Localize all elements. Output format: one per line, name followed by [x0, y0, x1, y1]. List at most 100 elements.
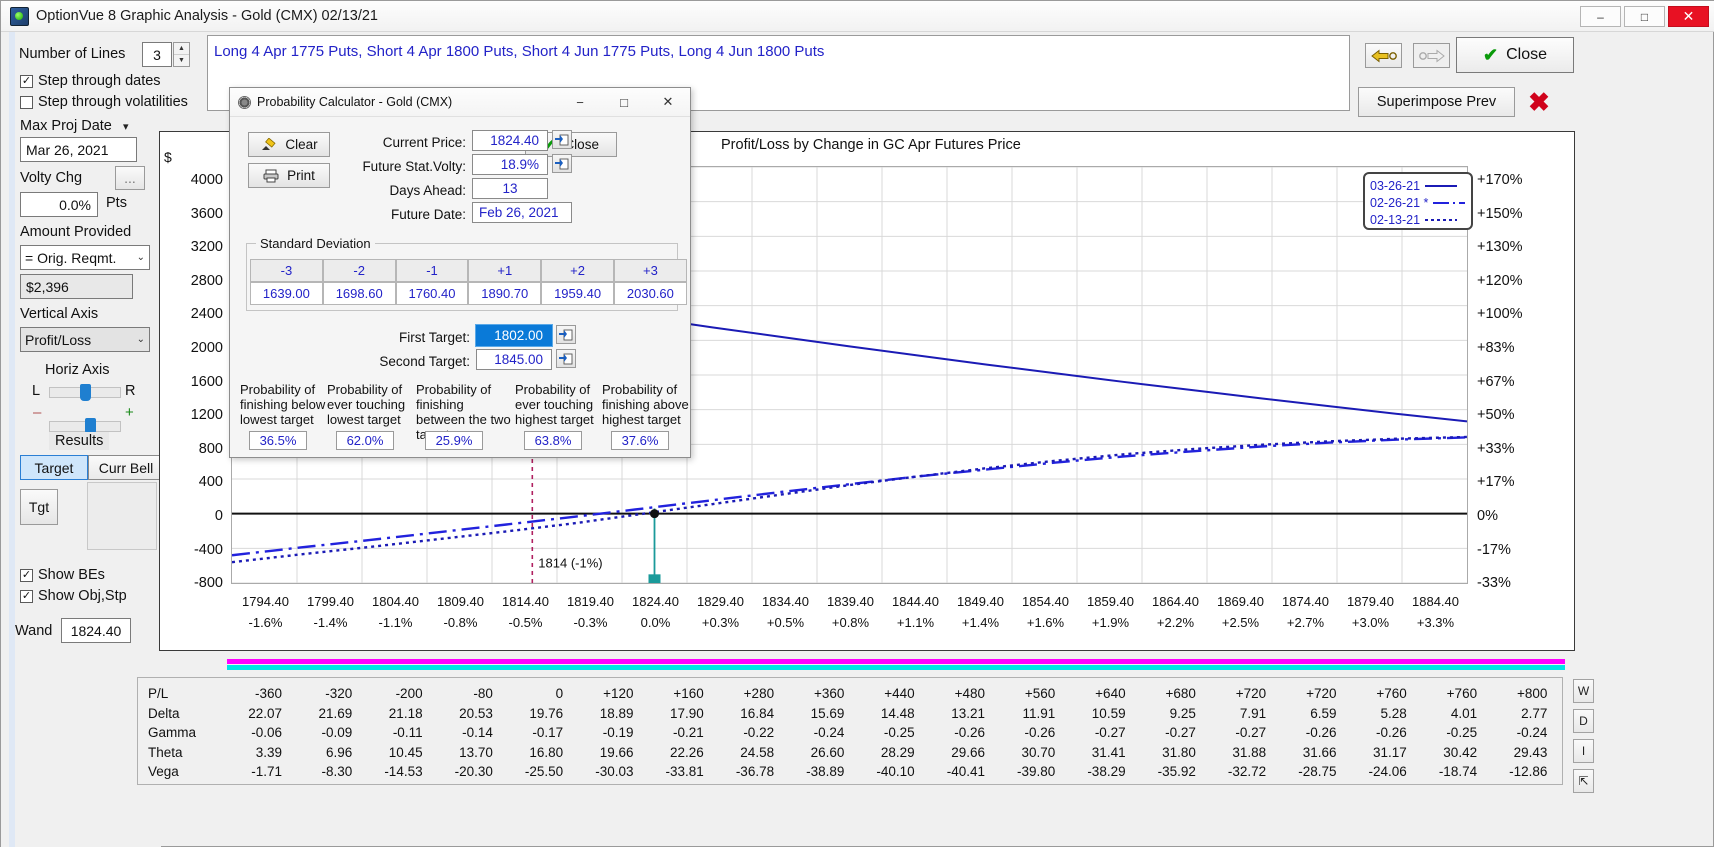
table-cell: +480 — [954, 686, 985, 701]
table-cell: -0.22 — [743, 725, 775, 740]
number-of-lines-stepper[interactable]: ▲ ▼ — [173, 42, 190, 67]
zoom-out-label[interactable]: – — [33, 404, 41, 421]
zoom-in-label[interactable]: + — [125, 404, 134, 421]
max-proj-date-input[interactable]: Mar 26, 2021 — [20, 137, 137, 162]
days-ahead-input[interactable]: 13 — [472, 178, 548, 199]
print-button[interactable]: Print — [248, 163, 330, 188]
table-cell: 31.66 — [1302, 744, 1337, 760]
checkbox-box[interactable] — [20, 95, 33, 109]
volty-chg-options-button[interactable]: ... — [115, 166, 145, 190]
checkbox-box[interactable]: ✓ — [20, 568, 33, 582]
dialog-close-button[interactable]: ✕ — [646, 88, 690, 116]
show-obj-stp-checkbox[interactable]: ✓ Show Obj,Stp — [20, 588, 127, 604]
table-button-d[interactable]: D — [1573, 709, 1594, 733]
volty-chg-input[interactable]: 0.0% — [20, 192, 98, 217]
table-cell: -80 — [473, 686, 493, 701]
step-through-volatilities-checkbox[interactable]: Step through volatilities — [20, 94, 188, 110]
close-button[interactable]: ✔ Close — [1456, 37, 1574, 73]
future-date-label: Future Date: — [390, 207, 466, 222]
step-through-dates-label: Step through dates — [38, 73, 161, 89]
step-through-volatilities-label: Step through volatilities — [38, 94, 188, 110]
copy-second-target-button[interactable] — [556, 349, 576, 368]
y-axis-tick: 3200 — [190, 239, 223, 256]
table-cell: 14.48 — [880, 705, 915, 721]
table-cell: 9.25 — [1169, 705, 1196, 721]
legend-line-dotted-icon — [1425, 218, 1458, 221]
table-button-w[interactable]: W — [1573, 679, 1594, 703]
nav-forward-button[interactable] — [1413, 43, 1450, 68]
nav-back-button[interactable] — [1365, 43, 1402, 68]
print-label: Print — [287, 168, 315, 183]
tab-curr-bell[interactable]: Curr Bell — [88, 455, 164, 480]
checkbox-box[interactable]: ✓ — [20, 589, 33, 603]
dialog-maximize-button[interactable]: □ — [602, 88, 646, 116]
first-target-input[interactable]: 1802.00 — [475, 324, 553, 347]
horiz-axis-slider[interactable] — [49, 384, 121, 401]
slider-thumb[interactable] — [80, 384, 91, 401]
second-target-input[interactable]: 1845.00 — [476, 349, 552, 370]
stepper-down-icon[interactable]: ▼ — [174, 55, 189, 66]
maximize-button[interactable]: □ — [1624, 6, 1665, 27]
title-bar: OptionVue 8 Graphic Analysis - Gold (CMX… — [1, 1, 1714, 32]
clear-button[interactable]: Clear — [248, 132, 330, 157]
table-row-label: Theta — [148, 744, 183, 760]
y-axis-right-tick: +17% — [1477, 474, 1515, 491]
chart-title: Profit/Loss by Change in GC Apr Futures … — [721, 137, 1021, 153]
close-button-label: Close — [1506, 46, 1547, 63]
legend-item: 02-13-21 — [1370, 211, 1471, 228]
superimpose-prev-button[interactable]: Superimpose Prev — [1358, 87, 1515, 117]
panel-accent-strip — [9, 32, 15, 847]
tgt-button[interactable]: Tgt — [20, 489, 58, 525]
future-stat-volty-input[interactable]: 18.9% — [472, 154, 548, 175]
step-through-dates-checkbox[interactable]: ✓ Step through dates — [20, 73, 161, 89]
table-cell: 19.76 — [529, 705, 564, 721]
table-cell: 19.66 — [599, 744, 634, 760]
table-cell: 31.17 — [1373, 744, 1407, 760]
copy-first-target-button[interactable] — [556, 325, 576, 344]
show-bes-checkbox[interactable]: ✓ Show BEs — [20, 567, 105, 583]
table-cell: -20.30 — [454, 764, 493, 779]
arrow-left-icon — [1370, 48, 1397, 63]
table-cell: -0.24 — [813, 725, 845, 740]
y-axis-tick: -400 — [193, 541, 223, 558]
table-cell: 16.84 — [740, 705, 775, 721]
current-price-label: Current Price: — [382, 135, 466, 150]
amount-provided-select[interactable]: = Orig. Reqmt. ⌄ — [20, 245, 150, 270]
application-window: OptionVue 8 Graphic Analysis - Gold (CMX… — [0, 0, 1714, 847]
table-cell: +120 — [603, 686, 634, 701]
table-cell: -0.11 — [392, 725, 423, 740]
close-window-button[interactable]: ✕ — [1668, 6, 1709, 27]
minimize-button[interactable]: – — [1580, 6, 1621, 27]
table-button-i[interactable]: I — [1573, 739, 1594, 763]
tab-target[interactable]: Target — [20, 455, 88, 480]
chevron-down-icon[interactable]: ▾ — [123, 120, 129, 133]
copy-future-stat-volty-button[interactable] — [552, 154, 572, 173]
copy-to-field-icon — [555, 134, 569, 146]
stepper-up-icon[interactable]: ▲ — [174, 43, 189, 55]
vertical-axis-select[interactable]: Profit/Loss ⌄ — [20, 327, 150, 352]
check-icon: ✔ — [1483, 44, 1499, 65]
table-cell: 29.66 — [951, 744, 985, 760]
current-price-input[interactable]: 1824.40 — [472, 130, 548, 151]
future-date-input[interactable]: Feb 26, 2021 — [472, 202, 572, 223]
table-button-export[interactable]: ⇱ — [1573, 769, 1594, 793]
dialog-title-bar: Probability Calculator - Gold (CMX) − □ … — [230, 88, 690, 117]
first-target-label: First Target: — [398, 330, 470, 345]
table-cell: 31.88 — [1232, 744, 1267, 760]
table-cell: +560 — [1024, 686, 1056, 701]
dialog-minimize-button[interactable]: − — [558, 88, 602, 116]
number-of-lines-input[interactable]: 3 — [142, 42, 172, 67]
table-cell: -0.21 — [673, 725, 704, 740]
delete-icon[interactable]: ✖ — [1525, 87, 1553, 117]
copy-current-price-button[interactable] — [552, 130, 572, 149]
gear-icon — [238, 95, 251, 109]
table-cell: 11.91 — [1022, 705, 1056, 721]
checkbox-box[interactable]: ✓ — [20, 74, 33, 88]
zoom-slider[interactable] — [49, 418, 121, 435]
y-axis-right-tick: -33% — [1477, 575, 1511, 592]
wand-input[interactable]: 1824.40 — [61, 618, 131, 643]
chart-legend: 03-26-21 02-26-21 * 02-13-21 — [1363, 172, 1473, 230]
horiz-axis-label: Horiz Axis — [45, 362, 110, 378]
table-cell: -18.74 — [1438, 764, 1478, 779]
table-cell: -320 — [325, 686, 353, 701]
